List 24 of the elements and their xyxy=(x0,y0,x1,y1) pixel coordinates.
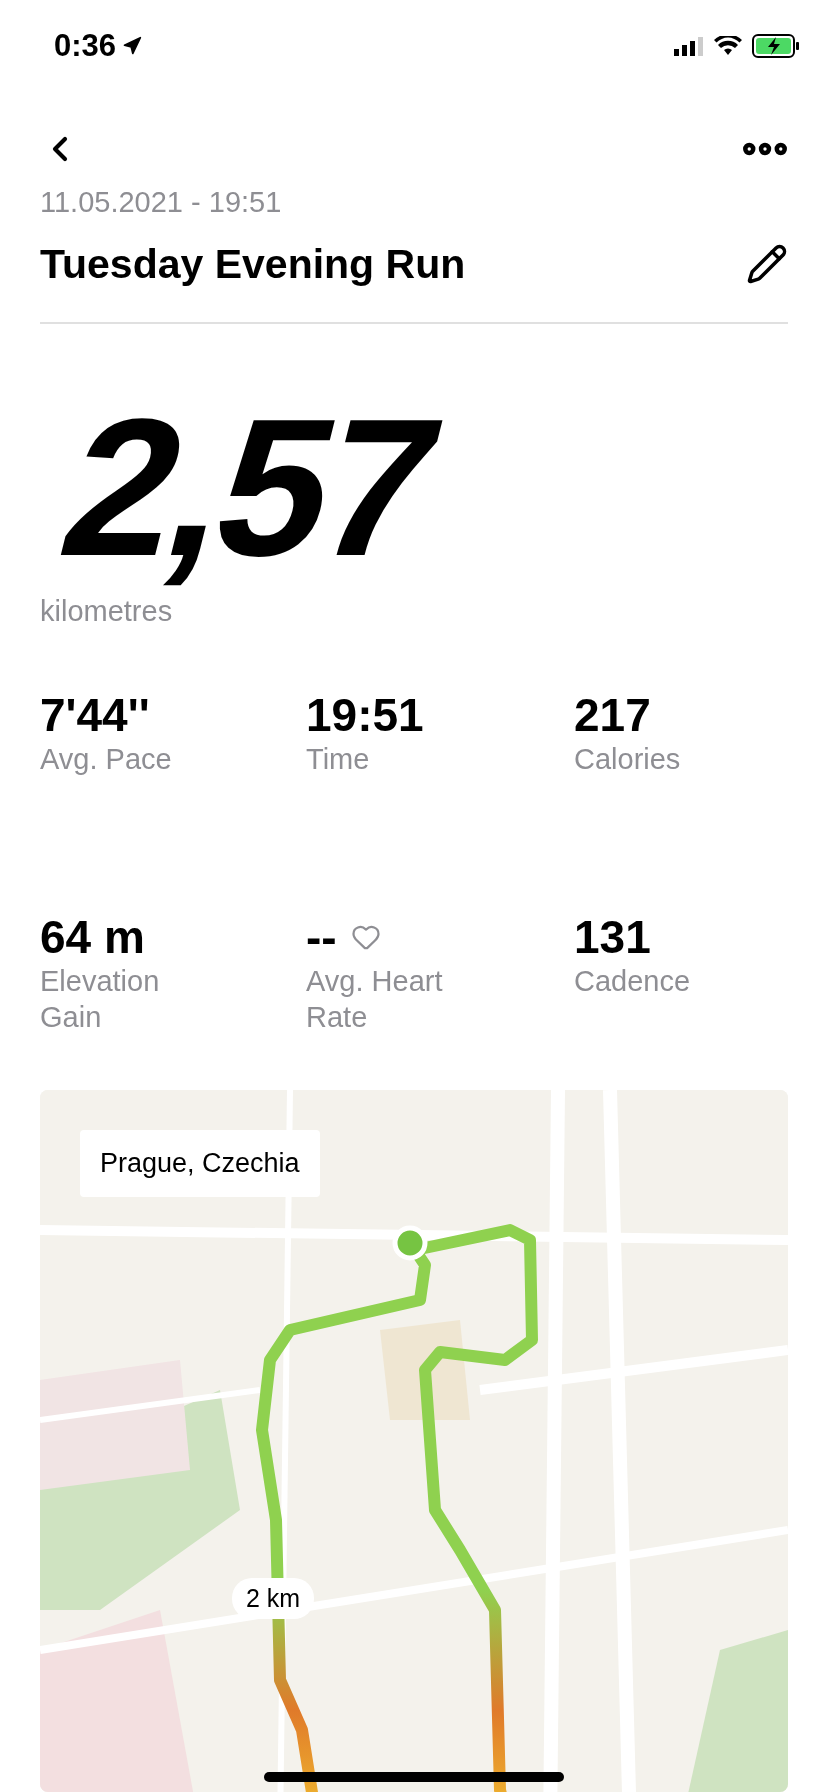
stat-label: Avg. Heart Rate xyxy=(306,964,444,1035)
distance-marker: 2 km xyxy=(232,1578,315,1620)
location-arrow-icon xyxy=(122,35,143,56)
stat-value: 217 xyxy=(574,688,651,743)
stat-value: 19:51 xyxy=(306,688,424,743)
distance-value: 2,57 xyxy=(42,379,457,596)
wifi-icon xyxy=(714,35,742,56)
stat-value: 131 xyxy=(574,910,651,965)
distance-unit: kilometres xyxy=(40,595,174,629)
edit-icon[interactable] xyxy=(746,243,788,286)
activity-date: 11.05.2021 - 19:51 xyxy=(40,185,283,219)
location-label: Prague, Czechia xyxy=(80,1130,320,1198)
stat-value: 7'44'' xyxy=(40,688,150,743)
stat-label: Calories xyxy=(574,742,682,778)
battery-charging-icon xyxy=(752,33,800,58)
stat-label: Cadence xyxy=(574,964,692,1000)
stat-label: Avg. Pace xyxy=(40,742,173,778)
activity-title: Tuesday Evening Run xyxy=(40,240,466,288)
stat-value: 64 m xyxy=(40,910,145,965)
status-time: 0:36 xyxy=(54,27,143,64)
stat-label: Elevation Gain xyxy=(40,964,161,1035)
stat-value: -- xyxy=(306,910,337,965)
stat-label: Time xyxy=(306,742,371,778)
signal-icon xyxy=(674,35,704,56)
